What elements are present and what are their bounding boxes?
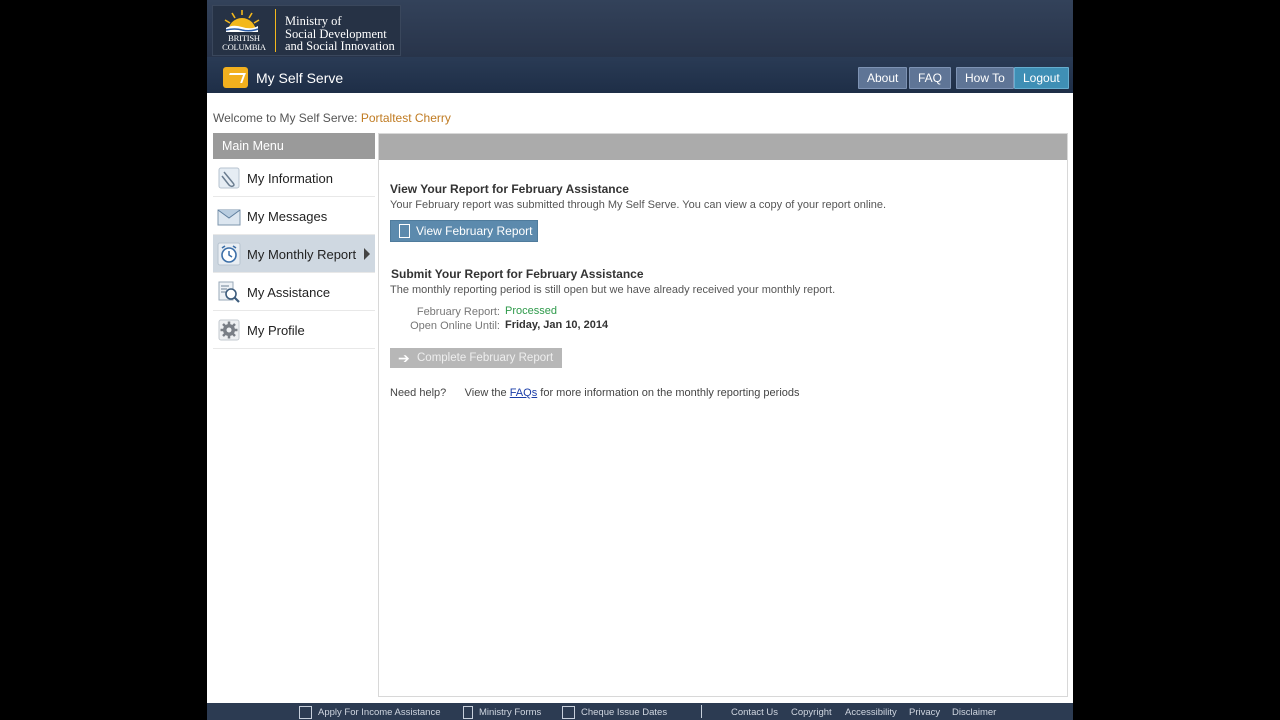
menu-item-label: My Monthly Report: [247, 247, 357, 262]
footer-ministry-forms-link[interactable]: Ministry Forms: [479, 707, 541, 718]
self-serve-app-icon: [223, 67, 248, 88]
arrow-right-icon: ➔: [398, 350, 410, 366]
view-report-title: View Your Report for February Assistance: [390, 182, 629, 196]
help-prefix: View the: [464, 387, 507, 399]
footer: Apply For Income Assistance Ministry For…: [207, 703, 1073, 720]
page: BRITISH COLUMBIA Ministry of Social Deve…: [207, 0, 1073, 720]
alarm-clock-icon: [217, 242, 241, 266]
help-label: Need help?: [390, 387, 447, 399]
menu-item-my-messages[interactable]: My Messages: [213, 197, 375, 235]
bc-wordmark: BRITISH COLUMBIA: [215, 34, 273, 52]
february-report-status: Processed: [505, 305, 557, 317]
faqs-link[interactable]: FAQs: [510, 387, 538, 399]
document-icon: [399, 224, 410, 238]
bc-logo[interactable]: BRITISH COLUMBIA Ministry of Social Deve…: [212, 5, 401, 56]
menu-item-label: My Information: [247, 171, 333, 186]
logo-divider: [275, 9, 276, 52]
footer-privacy-link[interactable]: Privacy: [909, 707, 940, 718]
active-arrow-icon: [364, 248, 370, 260]
welcome-prefix: Welcome to My Self Serve:: [213, 111, 358, 125]
complete-february-report-button[interactable]: ➔ Complete February Report: [390, 348, 562, 368]
magnifier-icon: [218, 281, 240, 303]
logout-button[interactable]: Logout: [1014, 67, 1069, 89]
open-online-until-date: Friday, Jan 10, 2014: [505, 319, 609, 331]
content-panel: View Your Report for February Assistance…: [378, 133, 1068, 697]
footer-separator: [701, 705, 702, 718]
submit-report-title: Submit Your Report for February Assistan…: [391, 267, 644, 281]
view-report-button-label: View February Report: [416, 224, 533, 238]
complete-report-button-label: Complete February Report: [417, 352, 554, 364]
menu-item-my-information[interactable]: My Information: [213, 159, 375, 197]
footer-copyright-link[interactable]: Copyright: [791, 707, 832, 718]
ministry-line3: and Social Innovation: [285, 39, 395, 53]
submit-report-text: The monthly reporting period is still op…: [390, 284, 836, 296]
ministry-name: Ministry of Social Development and Socia…: [285, 15, 395, 53]
menu-item-my-profile[interactable]: My Profile: [213, 311, 375, 349]
calendar-icon: [562, 706, 575, 719]
sun-logo-icon: [224, 10, 260, 32]
envelope-icon: [217, 209, 241, 226]
footer-accessibility-link[interactable]: Accessibility: [845, 707, 897, 718]
content-header-bar: [379, 134, 1067, 160]
footer-disclaimer-link[interactable]: Disclaimer: [952, 707, 996, 718]
menu-item-my-monthly-report[interactable]: My Monthly Report: [213, 235, 375, 273]
menu-item-label: My Profile: [247, 323, 305, 338]
menu-item-label: My Assistance: [247, 285, 331, 300]
help-suffix: for more information on the monthly repo…: [540, 387, 800, 399]
ministry-line1: Ministry of: [285, 14, 342, 28]
footer-apply-link[interactable]: Apply For Income Assistance: [318, 707, 441, 718]
monitor-icon: [299, 706, 312, 719]
form-document-icon: [463, 706, 473, 719]
footer-cheque-dates-link[interactable]: Cheque Issue Dates: [581, 707, 667, 718]
gear-icon: [218, 319, 240, 341]
menu-item-label: My Messages: [247, 209, 328, 224]
help-text: Need help? View the FAQs for more inform…: [390, 387, 800, 399]
paperclip-icon: [218, 167, 240, 189]
faq-button[interactable]: FAQ: [909, 67, 952, 89]
welcome-message: Welcome to My Self Serve: Portaltest Che…: [213, 111, 451, 125]
bc-wordmark-line2: COLUMBIA: [222, 42, 266, 52]
view-report-text: Your February report was submitted throu…: [390, 199, 887, 211]
how-to-button[interactable]: How To: [956, 67, 1014, 89]
government-header: BRITISH COLUMBIA Ministry of Social Deve…: [207, 0, 1073, 57]
about-button[interactable]: About: [858, 67, 908, 89]
app-title: My Self Serve: [256, 70, 344, 86]
february-report-label: February Report:: [416, 306, 500, 318]
welcome-user-name: Portaltest Cherry: [360, 111, 451, 125]
open-online-until-label: Open Online Until:: [410, 320, 500, 332]
menu-item-my-assistance[interactable]: My Assistance: [213, 273, 375, 311]
main-menu: Main Menu My Information My Messages My: [213, 133, 375, 349]
app-bar: My Self Serve About FAQ How To Logout: [207, 57, 1073, 93]
footer-contact-link[interactable]: Contact Us: [731, 707, 778, 718]
view-february-report-button[interactable]: View February Report: [390, 220, 538, 242]
main-menu-title: Main Menu: [213, 133, 375, 159]
